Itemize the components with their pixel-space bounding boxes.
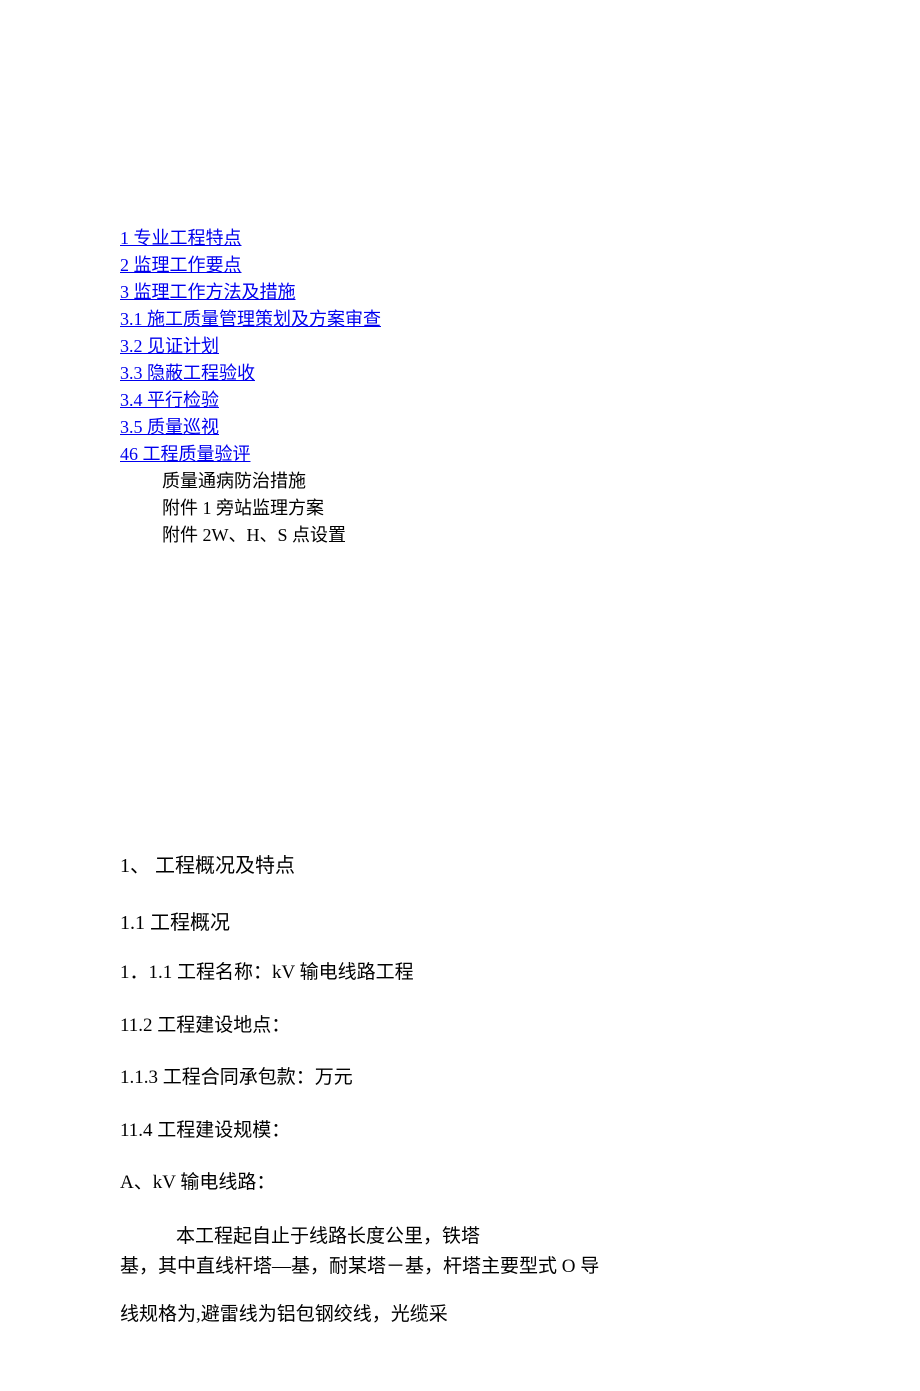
toc-link-3[interactable]: 3 监理工作方法及措施 (120, 279, 296, 306)
toc-text-attach-2: 附件 2W、H、S 点设置 (120, 522, 800, 549)
toc-link-1[interactable]: 1 专业工程特点 (120, 225, 242, 252)
heading-1: 1、 工程概况及特点 (120, 849, 800, 878)
toc-link-46[interactable]: 46 工程质量验评 (120, 441, 251, 468)
line-a: A、kV 输电线路： (120, 1169, 800, 1198)
table-of-contents: 1 专业工程特点 2 监理工作要点 3 监理工作方法及措施 3.1 施工质量管理… (120, 225, 800, 549)
heading-1-1: 1.1 工程概况 (120, 906, 800, 935)
line-1-1-3: 1.1.3 工程合同承包款：万元 (120, 1064, 800, 1093)
line-1-1-4: 11.4 工程建设规模： (120, 1117, 800, 1146)
document-page: 1 专业工程特点 2 监理工作要点 3 监理工作方法及措施 3.1 施工质量管理… (0, 0, 920, 1391)
paragraph-1: 本工程起自止于线路长度公里，铁塔 基，其中直线杆塔—基，耐某塔－基，杆塔主要型式… (120, 1222, 800, 1283)
toc-link-3-2[interactable]: 3.2 见证计划 (120, 333, 219, 360)
toc-link-3-4[interactable]: 3.4 平行检验 (120, 387, 219, 414)
toc-link-2[interactable]: 2 监理工作要点 (120, 252, 242, 279)
paragraph-2: 线规格为,避雷线为铝包钢绞线，光缆采 (120, 1300, 800, 1330)
paragraph-1-line-2: 基，其中直线杆塔—基，耐某塔－基，杆塔主要型式 O 导 (120, 1252, 800, 1282)
toc-link-3-5[interactable]: 3.5 质量巡视 (120, 414, 219, 441)
toc-link-3-1[interactable]: 3.1 施工质量管理策划及方案审查 (120, 306, 381, 333)
paragraph-1-line-1: 本工程起自止于线路长度公里，铁塔 (120, 1222, 800, 1252)
line-1-1-2: 11.2 工程建设地点： (120, 1012, 800, 1041)
line-1-1-1: 1．1.1 工程名称：kV 输电线路工程 (120, 959, 800, 988)
toc-text-quality: 质量通病防治措施 (120, 468, 800, 495)
toc-text-attach-1: 附件 1 旁站监理方案 (120, 495, 800, 522)
toc-link-3-3[interactable]: 3.3 隐蔽工程验收 (120, 360, 255, 387)
